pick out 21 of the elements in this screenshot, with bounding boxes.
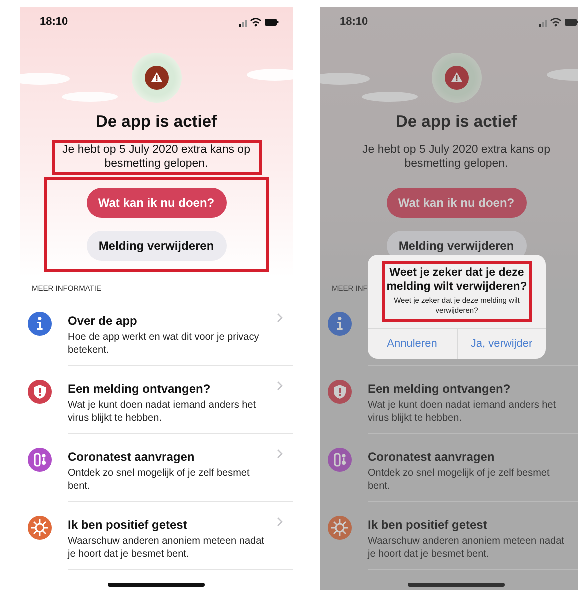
status-message: Je hebt op 5 July 2020 extra kans op besmetting gelopen. — [62, 143, 252, 171]
status-message: Je hebt op 5 July 2020 extra kans op besmetting gelopen. — [362, 143, 552, 171]
dialog-title: Weet je zeker dat je deze melding wilt verwijderen? — [386, 266, 528, 294]
item-title: Coronatest aanvragen — [368, 450, 495, 465]
item-description: Waarschuw anderen anoniem meteen nadat je hoort dat je besmet bent. — [68, 536, 266, 561]
item-description: Ontdek zo snel mogelijk of je zelf besmet bent. — [68, 468, 251, 493]
status-time: 18:10 — [40, 16, 68, 28]
item-title: Ik ben positief getest — [68, 518, 188, 533]
item-title: Een melding ontvangen? — [368, 382, 511, 397]
item-title: Coronatest aanvragen — [68, 450, 195, 465]
item-description: Waarschuw anderen anoniem meteen nadat je hoort dat je besmet bent. — [368, 536, 566, 561]
item-description: Hoe de app werkt en wat dit voor je privacy betekent. — [68, 332, 260, 357]
status-title: De app is actief — [394, 112, 518, 132]
item-description: Wat je kunt doen nadat iemand anders het virus blijkt te hebben. — [368, 400, 558, 425]
status-time: 18:10 — [340, 16, 368, 28]
item-title: Een melding ontvangen? — [68, 382, 211, 397]
item-title: Ik ben positief getest — [368, 518, 488, 533]
item-description: Wat je kunt doen nadat iemand anders het virus blijkt te hebben. — [68, 400, 258, 425]
item-description: Ontdek zo snel mogelijk of je zelf besmet bent. — [368, 468, 551, 493]
item-title: Over de app — [68, 314, 138, 329]
status-title: De app is actief — [94, 112, 218, 132]
